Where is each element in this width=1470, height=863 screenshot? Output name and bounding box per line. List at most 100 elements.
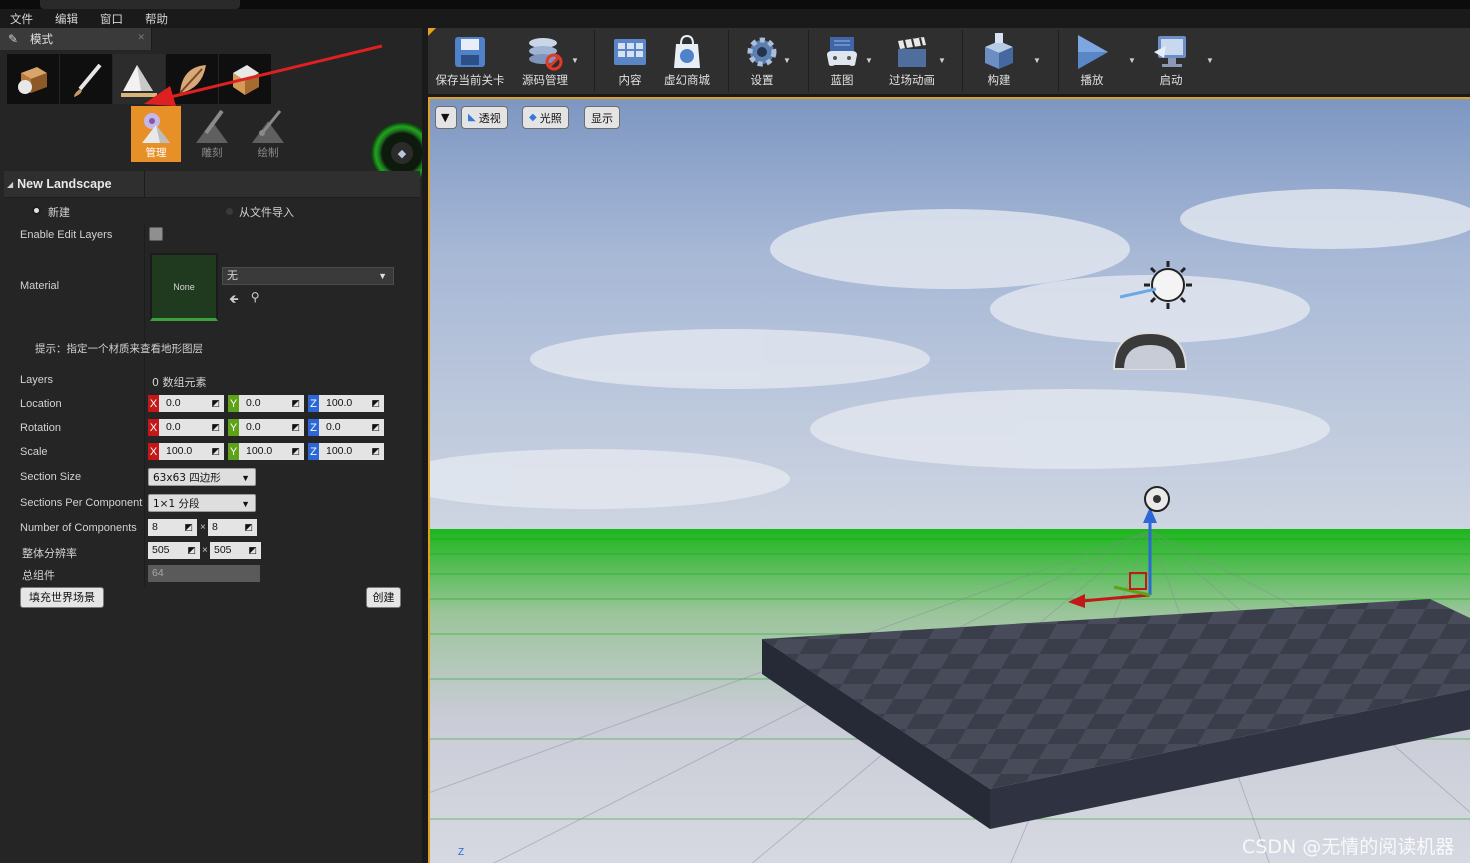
create-button[interactable]: 创建 — [366, 587, 401, 608]
rotation-x-value: 0.0 — [166, 421, 181, 433]
launch-dropdown-icon[interactable]: ▼ — [1206, 56, 1214, 65]
material-actions: 🡸 ⚲ — [229, 290, 260, 311]
location-y-input[interactable]: 0.0 ◩ — [239, 395, 304, 412]
menu-window[interactable]: 窗口 — [100, 11, 123, 27]
content-icon — [614, 39, 646, 65]
layers-label: Layers — [20, 374, 54, 386]
chevron-down-icon: ▼ — [441, 111, 450, 124]
sections-per-component-dropdown[interactable]: 1×1 分段 ▼ — [148, 494, 256, 512]
scale-label: Scale — [20, 446, 48, 458]
resolution-x-input[interactable]: 505 ◩ — [148, 542, 200, 559]
content-label: 内容 — [618, 73, 642, 87]
paint-mode-button[interactable] — [60, 54, 112, 104]
level-viewport[interactable]: ▼ ◣ 透视 ◆ 光照 显示 Z — [428, 97, 1470, 863]
window-title-strip — [0, 0, 1470, 9]
blueprints-button[interactable]: 蓝图 — [820, 28, 864, 94]
axis-indicator-z: Z — [458, 847, 465, 858]
rotation-z-input[interactable]: 0.0 ◩ — [319, 419, 384, 436]
spin-icon: ◩ — [291, 398, 300, 408]
resolution-y-input[interactable]: 505 ◩ — [210, 542, 261, 559]
show-button[interactable]: 显示 — [584, 106, 620, 129]
scale-z-input[interactable]: 100.0 ◩ — [319, 443, 384, 460]
components-y-value: 8 — [212, 521, 218, 533]
scale-x-input[interactable]: 100.0 ◩ — [159, 443, 224, 460]
import-radio[interactable] — [226, 205, 233, 217]
lighting-label: 光照 — [539, 111, 562, 125]
cinematics-button[interactable]: 过场动画 — [886, 28, 938, 94]
play-dropdown-icon[interactable]: ▼ — [1128, 56, 1136, 65]
blueprints-dropdown-icon[interactable]: ▼ — [865, 56, 873, 65]
source-control-dropdown-icon[interactable]: ▼ — [571, 56, 579, 65]
cinematics-dropdown-icon[interactable]: ▼ — [938, 56, 946, 65]
total-components-label: 总组件 — [22, 569, 55, 582]
collapse-caret-icon[interactable]: ◢ — [7, 180, 13, 189]
axis-x-label: X — [148, 443, 159, 460]
sculpt-tool-label: 雕刻 — [201, 147, 223, 159]
section-size-dropdown[interactable]: 63x63 四边形 ▼ — [148, 468, 256, 486]
perspective-button[interactable]: ◣ 透视 — [461, 106, 508, 129]
scale-x-value: 100.0 — [166, 445, 193, 457]
material-thumbnail[interactable]: None — [150, 253, 218, 321]
spin-icon: ◩ — [211, 398, 220, 408]
components-y-input[interactable]: 8 ◩ — [208, 519, 257, 536]
modes-icon: ✎ — [8, 32, 19, 46]
chevron-down-icon: ▼ — [241, 499, 250, 509]
location-z-input[interactable]: 100.0 ◩ — [319, 395, 384, 412]
source-control-icon — [529, 38, 563, 71]
cinematics-icon — [898, 37, 926, 67]
settings-button[interactable]: 设置 — [742, 28, 782, 94]
section-title: New Landscape — [17, 177, 112, 191]
place-mode-icon — [18, 67, 47, 94]
section-header-new-landscape[interactable]: ◢ New Landscape — [4, 171, 420, 198]
use-selected-arrow-icon[interactable]: 🡸 — [229, 290, 239, 311]
material-label: Material — [20, 280, 60, 292]
number-of-components-label: Number of Components — [20, 522, 137, 534]
build-label: 构建 — [987, 73, 1011, 87]
menu-edit[interactable]: 编辑 — [55, 11, 78, 27]
place-mode-button[interactable] — [7, 54, 59, 104]
fill-world-button[interactable]: 填充世界场景 — [20, 587, 104, 608]
document-tab[interactable] — [40, 0, 240, 9]
components-x-input[interactable]: 8 ◩ — [148, 519, 197, 536]
location-x-input[interactable]: 0.0 ◩ — [159, 395, 224, 412]
content-button[interactable]: 内容 — [608, 28, 652, 94]
build-button[interactable]: 构建 — [978, 28, 1020, 94]
settings-dropdown-icon[interactable]: ▼ — [783, 56, 791, 65]
play-button[interactable]: 播放 — [1070, 28, 1114, 94]
sculpt-tool-button[interactable]: 雕刻 — [187, 106, 237, 162]
save-level-button[interactable]: 保存当前关卡 — [434, 28, 506, 94]
resolution-y-value: 505 — [214, 544, 232, 556]
new-radio[interactable] — [32, 204, 41, 216]
times-symbol: × — [202, 545, 208, 556]
scale-y-input[interactable]: 100.0 ◩ — [239, 443, 304, 460]
modes-panel: ✎ 模式 ✕ 管理 雕刻 绘制 ◆ ◢ New Landscape 新建 从文件… — [0, 28, 433, 863]
show-label: 显示 — [591, 111, 613, 125]
rotation-x-input[interactable]: 0.0 ◩ — [159, 419, 224, 436]
paint-tool-button[interactable]: 绘制 — [243, 106, 293, 162]
material-dropdown[interactable]: 无 ▼ — [222, 267, 394, 285]
menu-help[interactable]: 帮助 — [145, 11, 168, 27]
build-dropdown-icon[interactable]: ▼ — [1033, 56, 1041, 65]
viewport-options-button[interactable]: ▼ — [435, 106, 457, 129]
launch-label: 启动 — [1159, 73, 1183, 87]
browse-search-icon[interactable]: ⚲ — [251, 290, 260, 311]
menu-bar: 文件 编辑 窗口 帮助 — [0, 9, 1470, 28]
marketplace-button[interactable]: 虚幻商城 — [660, 28, 714, 94]
modes-tab-label: 模式 — [30, 32, 53, 46]
source-control-button[interactable]: 源码管理 — [516, 28, 574, 94]
total-components-value: 64 — [148, 565, 260, 582]
launch-button[interactable]: 启动 — [1146, 28, 1196, 94]
material-value: 无 — [227, 269, 238, 282]
spin-icon: ◩ — [211, 446, 220, 456]
lighting-button[interactable]: ◆ 光照 — [522, 106, 569, 129]
menu-file[interactable]: 文件 — [10, 11, 33, 27]
axis-y-label: Y — [228, 419, 239, 436]
location-label: Location — [20, 398, 62, 410]
material-thumbnail-text: None — [173, 281, 195, 292]
rotation-y-input[interactable]: 0.0 ◩ — [239, 419, 304, 436]
manage-tool-button[interactable]: 管理 — [131, 106, 181, 162]
enable-edit-layers-checkbox[interactable] — [149, 227, 163, 241]
manage-icon — [142, 113, 170, 143]
spin-icon: ◩ — [371, 422, 380, 432]
scale-z-value: 100.0 — [326, 445, 353, 457]
